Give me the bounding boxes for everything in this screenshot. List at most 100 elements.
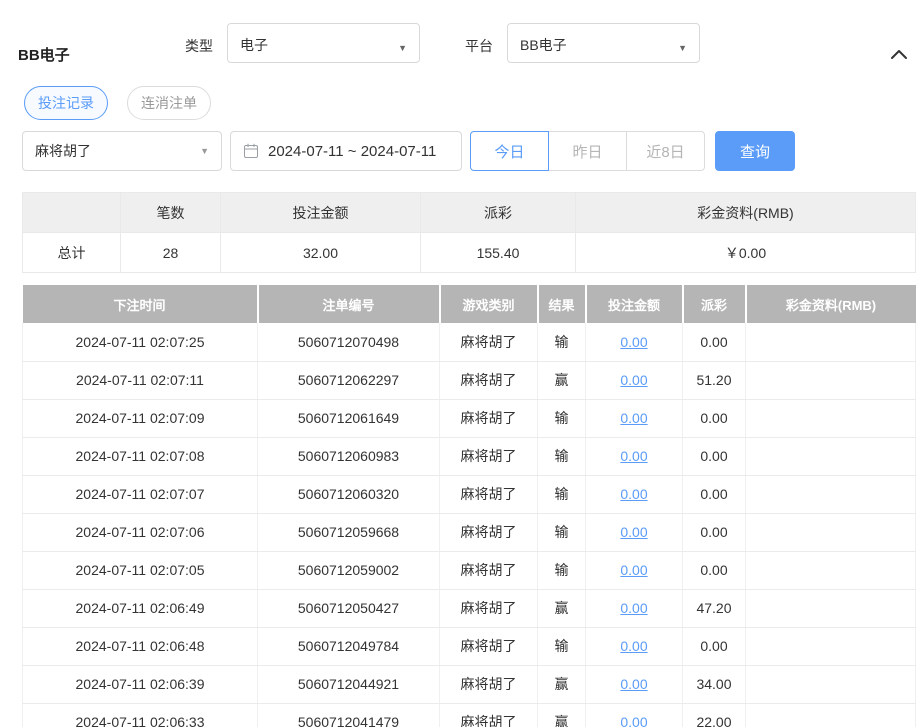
filter-row: 麻将胡了 ▼ 2024-07-11 ~ 2024-07-11 今日 昨日 近8日…: [22, 131, 916, 171]
payout-cell: 0.00: [683, 551, 746, 589]
bet-amount-link[interactable]: 0.00: [620, 714, 647, 727]
today-button[interactable]: 今日: [470, 131, 549, 171]
payout-cell: 47.20: [683, 589, 746, 627]
bet-amount-link[interactable]: 0.00: [620, 372, 647, 388]
bet-amount-cell: 0.00: [586, 323, 683, 361]
summary-table: 笔数 投注金额 派彩 彩金资料(RMB) 总计 28 32.00 155.40 …: [22, 192, 916, 273]
result-cell: 输: [538, 437, 586, 475]
game-type-cell: 麻将胡了: [440, 551, 538, 589]
payout-cell: 0.00: [683, 513, 746, 551]
bonus-cell: [746, 589, 916, 627]
table-row: 2024-07-11 02:07:05 5060712059002 麻将胡了 输…: [23, 551, 916, 589]
summary-count-value: 28: [121, 233, 221, 273]
payout-cell: 0.00: [683, 627, 746, 665]
order-id-cell: 5060712070498: [258, 323, 440, 361]
bet-amount-link[interactable]: 0.00: [620, 676, 647, 692]
game-type-cell: 麻将胡了: [440, 361, 538, 399]
payout-cell: 0.00: [683, 399, 746, 437]
bet-amount-cell: 0.00: [586, 627, 683, 665]
bet-table-header-row: 下注时间 注单编号 游戏类别 结果 投注金额 派彩 彩金资料(RMB): [23, 285, 916, 323]
order-id-cell: 5060712044921: [258, 665, 440, 703]
date-range-value: 2024-07-11 ~ 2024-07-11: [268, 143, 436, 160]
summary-header-bonus: 彩金资料(RMB): [576, 193, 916, 233]
game-select[interactable]: 麻将胡了 ▼: [22, 131, 222, 171]
tab-cancelled-orders[interactable]: 连消注单: [127, 86, 211, 120]
top-filter-row: 类型 电子 ▼ 平台 BB电子 ▼: [185, 23, 700, 63]
bet-amount-link[interactable]: 0.00: [620, 448, 647, 464]
bet-amount-link[interactable]: 0.00: [620, 562, 647, 578]
game-type-cell: 麻将胡了: [440, 399, 538, 437]
col-header-bet-amount: 投注金额: [586, 285, 683, 323]
col-header-order-id: 注单编号: [258, 285, 440, 323]
game-type-cell: 麻将胡了: [440, 437, 538, 475]
chevron-down-icon: ▼: [398, 43, 407, 53]
query-button[interactable]: 查询: [715, 131, 795, 171]
summary-header-empty: [23, 193, 121, 233]
summary-header-payout: 派彩: [421, 193, 576, 233]
bet-time-cell: 2024-07-11 02:06:39: [23, 665, 258, 703]
order-id-cell: 5060712050427: [258, 589, 440, 627]
result-cell: 赢: [538, 665, 586, 703]
order-id-cell: 5060712061649: [258, 399, 440, 437]
bonus-cell: [746, 627, 916, 665]
game-type-cell: 麻将胡了: [440, 323, 538, 361]
result-cell: 赢: [538, 589, 586, 627]
game-type-cell: 麻将胡了: [440, 513, 538, 551]
bet-amount-link[interactable]: 0.00: [620, 600, 647, 616]
summary-bonus-value: ￥0.00: [576, 233, 916, 273]
game-select-value: 麻将胡了: [35, 141, 91, 161]
bet-amount-link[interactable]: 0.00: [620, 524, 647, 540]
order-id-cell: 5060712060983: [258, 437, 440, 475]
bet-amount-link[interactable]: 0.00: [620, 410, 647, 426]
result-cell: 输: [538, 513, 586, 551]
result-cell: 赢: [538, 361, 586, 399]
bet-time-cell: 2024-07-11 02:06:33: [23, 703, 258, 727]
col-header-payout: 派彩: [683, 285, 746, 323]
record-tabs: 投注记录 连消注单: [24, 86, 916, 120]
bonus-cell: [746, 475, 916, 513]
bet-time-cell: 2024-07-11 02:06:49: [23, 589, 258, 627]
bet-amount-cell: 0.00: [586, 437, 683, 475]
bet-amount-link[interactable]: 0.00: [620, 638, 647, 654]
bet-amount-cell: 0.00: [586, 665, 683, 703]
bonus-cell: [746, 703, 916, 727]
result-cell: 输: [538, 627, 586, 665]
table-row: 2024-07-11 02:06:49 5060712050427 麻将胡了 赢…: [23, 589, 916, 627]
type-select[interactable]: 电子 ▼: [227, 23, 420, 63]
bonus-cell: [746, 399, 916, 437]
order-id-cell: 5060712059002: [258, 551, 440, 589]
bet-time-cell: 2024-07-11 02:07:08: [23, 437, 258, 475]
result-cell: 输: [538, 323, 586, 361]
col-header-result: 结果: [538, 285, 586, 323]
platform-field: 平台 BB电子 ▼: [465, 23, 700, 63]
last8days-button[interactable]: 近8日: [626, 131, 705, 171]
table-row: 2024-07-11 02:06:33 5060712041479 麻将胡了 赢…: [23, 703, 916, 727]
bet-amount-link[interactable]: 0.00: [620, 486, 647, 502]
tab-bet-records[interactable]: 投注记录: [24, 86, 108, 120]
bonus-cell: [746, 437, 916, 475]
bet-time-cell: 2024-07-11 02:07:09: [23, 399, 258, 437]
yesterday-button[interactable]: 昨日: [548, 131, 627, 171]
bonus-cell: [746, 361, 916, 399]
order-id-cell: 5060712049784: [258, 627, 440, 665]
summary-total-label: 总计: [23, 233, 121, 273]
payout-cell: 0.00: [683, 323, 746, 361]
col-header-game-type: 游戏类别: [440, 285, 538, 323]
bet-time-cell: 2024-07-11 02:07:07: [23, 475, 258, 513]
table-row: 2024-07-11 02:07:25 5060712070498 麻将胡了 输…: [23, 323, 916, 361]
chevron-up-icon[interactable]: [890, 49, 908, 60]
table-row: 2024-07-11 02:06:39 5060712044921 麻将胡了 赢…: [23, 665, 916, 703]
platform-select[interactable]: BB电子 ▼: [507, 23, 700, 63]
game-type-cell: 麻将胡了: [440, 589, 538, 627]
bet-time-cell: 2024-07-11 02:07:11: [23, 361, 258, 399]
table-row: 2024-07-11 02:06:48 5060712049784 麻将胡了 输…: [23, 627, 916, 665]
bet-amount-cell: 0.00: [586, 361, 683, 399]
bet-amount-link[interactable]: 0.00: [620, 334, 647, 350]
table-row: 2024-07-11 02:07:07 5060712060320 麻将胡了 输…: [23, 475, 916, 513]
type-select-value: 电子: [240, 35, 268, 55]
summary-payout-value: 155.40: [421, 233, 576, 273]
quick-date-button-group: 今日 昨日 近8日: [470, 131, 705, 171]
date-range-input[interactable]: 2024-07-11 ~ 2024-07-11: [230, 131, 462, 171]
col-header-bonus: 彩金资料(RMB): [746, 285, 916, 323]
summary-total-row: 总计 28 32.00 155.40 ￥0.00: [23, 233, 916, 273]
